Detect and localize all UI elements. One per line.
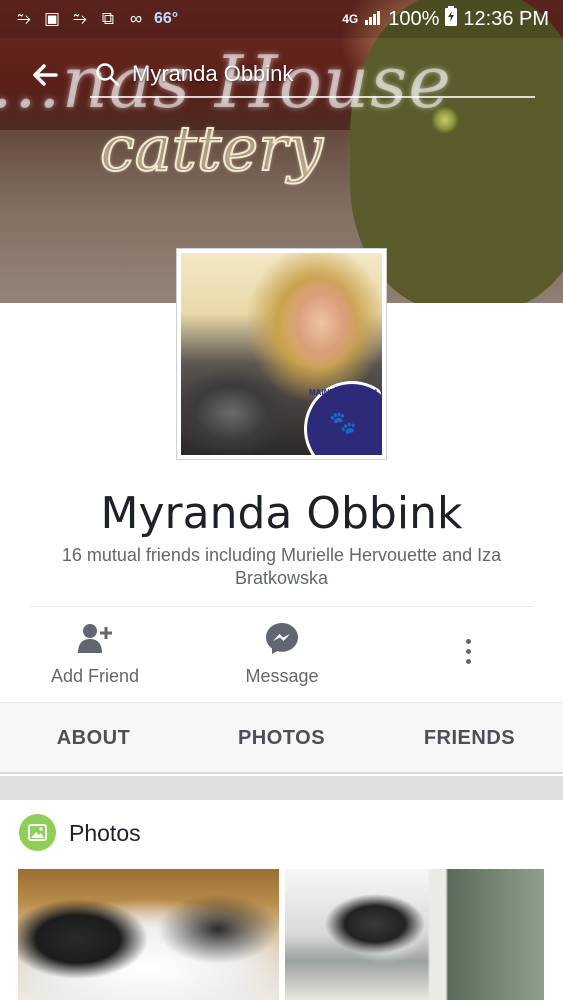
battery-icon (445, 6, 458, 32)
temperature-text: 66° (154, 10, 179, 27)
mutual-friends-text[interactable]: 16 mutual friends including Murielle Her… (40, 544, 523, 590)
zedge-icon: ⥲ (17, 9, 31, 28)
profile-name: Myranda Obbink (100, 488, 463, 539)
photos-icon (19, 814, 56, 851)
section-gap (0, 776, 563, 800)
badge-text: MAINE COON POLYDAC (309, 388, 382, 397)
zedge-icon: ⥲ (73, 9, 87, 28)
paw-print-icon: 🐾 (329, 410, 357, 435)
photos-title: Photos (69, 820, 141, 846)
network-indicator: 4G (342, 12, 359, 26)
add-friend-icon (77, 622, 113, 654)
profile-tabs: ABOUT PHOTOS FRIENDS (0, 702, 563, 774)
photo-thumbnail[interactable] (18, 869, 279, 1000)
tab-about[interactable]: ABOUT (0, 727, 187, 750)
add-friend-label: Add Friend (50, 666, 140, 686)
clock: 12:36 PM (463, 7, 549, 30)
profile-picture[interactable]: MAINE COON POLYDAC 🐾 (176, 248, 387, 460)
photos-section: Photos (0, 800, 563, 1000)
profile-actions: Add Friend Message (0, 612, 563, 700)
cast-icon: ⧉ (101, 9, 115, 28)
maine-coon-badge: MAINE COON POLYDAC 🐾 (304, 381, 382, 455)
profile-photo: MAINE COON POLYDAC 🐾 (181, 253, 382, 455)
search-input[interactable]: Myranda Obbink (132, 61, 293, 87)
voicemail-icon: ∞ (129, 9, 143, 28)
search-underline (90, 96, 535, 98)
search-icon[interactable] (95, 62, 121, 88)
tab-friends[interactable]: FRIENDS (376, 727, 563, 750)
add-friend-button[interactable]: Add Friend (0, 612, 190, 700)
signal-icon (364, 8, 382, 31)
cover-cattery-text: cattery (99, 111, 324, 186)
message-button[interactable]: Message (187, 612, 377, 700)
tab-photos[interactable]: PHOTOS (188, 727, 375, 750)
message-label: Message (245, 666, 319, 686)
image-icon: ▣ (43, 9, 61, 28)
more-options-icon[interactable] (458, 636, 478, 672)
search-bar: Myranda Obbink (0, 50, 563, 100)
battery-percent: 100% (388, 7, 440, 30)
divider (30, 606, 533, 607)
status-bar: ⥲ ▣ ⥲ ⧉ ∞ 66° 4G 100% 12:36 PM (0, 0, 563, 38)
back-arrow-icon[interactable] (30, 60, 60, 90)
photo-thumbnail[interactable] (285, 869, 544, 1000)
messenger-icon (264, 622, 300, 654)
